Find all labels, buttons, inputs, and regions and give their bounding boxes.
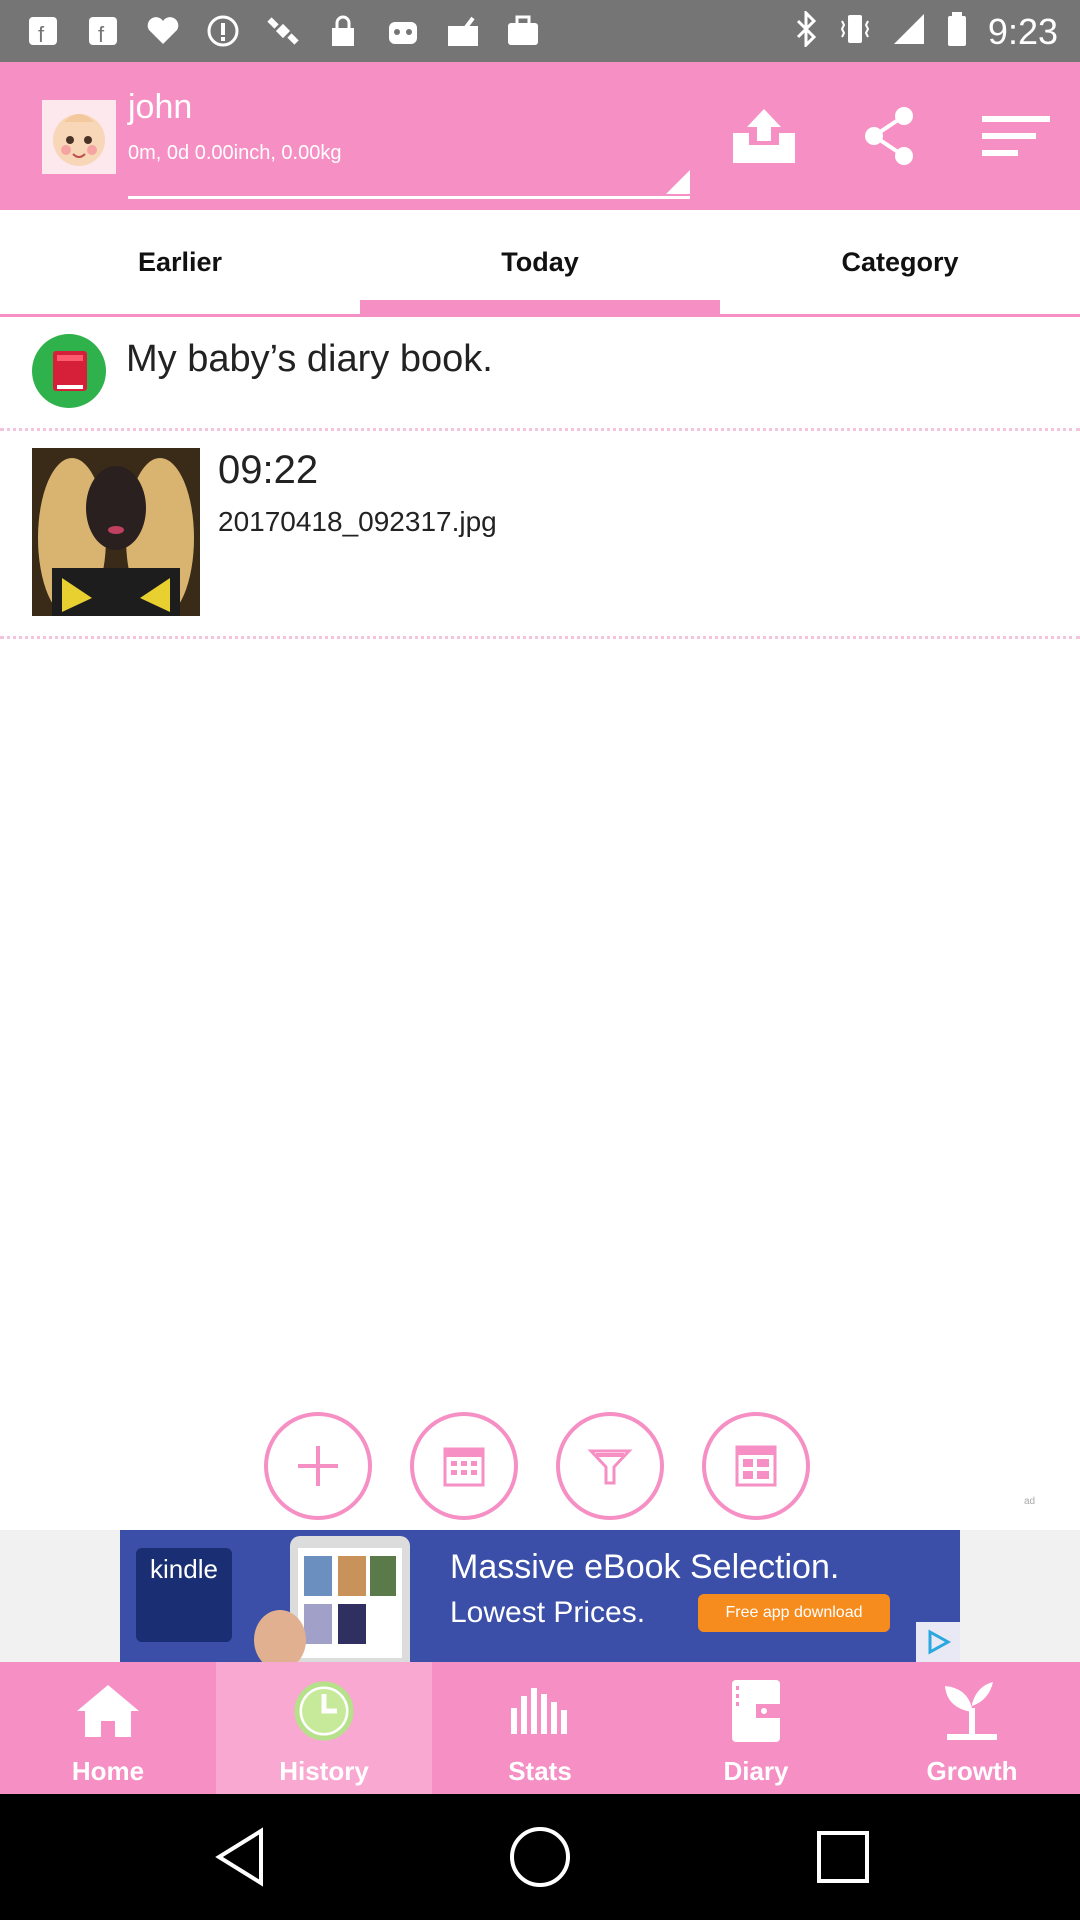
nav-diary[interactable]: Diary bbox=[648, 1662, 864, 1794]
home-circle-icon bbox=[510, 1827, 570, 1887]
tab-category[interactable]: Category bbox=[720, 210, 1080, 314]
nav-stats-label: Stats bbox=[508, 1756, 572, 1786]
phone-illustration-icon bbox=[254, 1536, 410, 1662]
ad-brand: kindle bbox=[150, 1554, 218, 1584]
recents-square-icon bbox=[817, 1831, 869, 1883]
ad-container: kindle Massive eBook Selection. Lowest P… bbox=[0, 1530, 1080, 1662]
list-item[interactable]: 09:22 20170418_092317.jpg bbox=[0, 432, 1080, 632]
divider bbox=[0, 636, 1080, 639]
grid-icon bbox=[735, 1445, 777, 1487]
lock-icon bbox=[324, 12, 362, 50]
action-row bbox=[0, 1412, 1080, 1522]
adchoices-icon[interactable] bbox=[916, 1622, 960, 1662]
android-icon bbox=[384, 12, 422, 50]
tab-earlier[interactable]: Earlier bbox=[0, 210, 360, 314]
menu-button[interactable] bbox=[980, 100, 1052, 172]
nav-home-label: Home bbox=[71, 1756, 145, 1786]
grid-view-button[interactable] bbox=[702, 1412, 810, 1520]
ad-subline: Lowest Prices. bbox=[450, 1596, 646, 1629]
tab-today[interactable]: Today bbox=[360, 210, 720, 314]
nav-growth[interactable]: Growth bbox=[864, 1662, 1080, 1794]
plus-icon bbox=[298, 1446, 338, 1486]
calendar-icon bbox=[443, 1447, 485, 1487]
svg-text:f: f bbox=[98, 22, 105, 47]
share-button[interactable] bbox=[854, 100, 926, 172]
vibrate-icon bbox=[838, 11, 872, 52]
home-icon bbox=[68, 1676, 148, 1746]
checkbox-icon bbox=[444, 12, 482, 50]
app-header: john 0m, 0d 0.00inch, 0.00kg bbox=[0, 62, 1080, 210]
entry-title: My baby’s diary book. bbox=[126, 338, 493, 380]
ad-cta-button[interactable]: Free app download bbox=[698, 1594, 890, 1632]
upload-button[interactable] bbox=[728, 100, 800, 172]
bag-icon bbox=[504, 12, 542, 50]
dropdown-triangle-icon[interactable] bbox=[666, 170, 690, 194]
satellite-icon bbox=[264, 12, 302, 50]
nav-home[interactable]: Home bbox=[0, 1662, 216, 1794]
upload-icon bbox=[733, 109, 795, 163]
divider bbox=[0, 428, 1080, 431]
add-button[interactable] bbox=[264, 1412, 372, 1520]
calendar-button[interactable] bbox=[410, 1412, 518, 1520]
clock-icon bbox=[284, 1676, 364, 1746]
filter-icon bbox=[587, 1449, 633, 1485]
facebook-icon: f bbox=[84, 12, 122, 50]
diary-book-icon bbox=[32, 334, 106, 408]
stats-icon bbox=[500, 1676, 580, 1746]
alert-icon bbox=[204, 12, 242, 50]
bottom-nav: Home History Stats Diary Growth bbox=[0, 1662, 1080, 1794]
baby-stats: 0m, 0d 0.00inch, 0.00kg bbox=[128, 142, 342, 164]
baby-face-icon bbox=[42, 100, 116, 174]
back-button[interactable] bbox=[204, 1822, 274, 1892]
facebook-icon: f bbox=[24, 12, 62, 50]
nav-diary-label: Diary bbox=[723, 1756, 789, 1786]
ad-banner[interactable]: kindle Massive eBook Selection. Lowest P… bbox=[120, 1530, 960, 1662]
system-nav-bar bbox=[0, 1794, 1080, 1920]
signal-icon bbox=[892, 12, 926, 51]
battery-icon bbox=[946, 10, 968, 53]
ad-marker: ad bbox=[1024, 1496, 1036, 1507]
entry-time: 09:22 bbox=[218, 448, 319, 492]
share-icon bbox=[865, 107, 913, 165]
nav-history-label: History bbox=[279, 1756, 369, 1786]
sprout-icon bbox=[932, 1676, 1012, 1746]
baby-avatar[interactable] bbox=[42, 100, 116, 174]
status-time: 9:23 bbox=[987, 10, 1058, 52]
tab-bar: Earlier Today Category bbox=[0, 210, 1080, 317]
iheart-icon bbox=[144, 12, 182, 50]
status-bar: f f 9:23 bbox=[0, 0, 1080, 62]
home-system-button[interactable] bbox=[505, 1822, 575, 1892]
filter-button[interactable] bbox=[556, 1412, 664, 1520]
baby-name[interactable]: john bbox=[128, 88, 192, 127]
svg-text:f: f bbox=[38, 22, 45, 47]
nav-growth-label: Growth bbox=[926, 1756, 1018, 1786]
entry-filename: 20170418_092317.jpg bbox=[218, 506, 497, 537]
diary-icon bbox=[716, 1676, 796, 1746]
back-triangle-icon bbox=[215, 1827, 263, 1887]
kindle-logo: kindle bbox=[136, 1548, 232, 1642]
ad-headline: Massive eBook Selection. bbox=[450, 1548, 840, 1586]
bluetooth-icon bbox=[794, 9, 818, 52]
menu-icon bbox=[982, 116, 1050, 156]
recents-button[interactable] bbox=[808, 1822, 878, 1892]
list-item[interactable]: My baby’s diary book. bbox=[0, 316, 1080, 428]
nav-stats[interactable]: Stats bbox=[432, 1662, 648, 1794]
photo-thumbnail[interactable] bbox=[32, 448, 200, 616]
nav-history[interactable]: History bbox=[216, 1662, 432, 1794]
name-dropdown-underline bbox=[128, 196, 690, 199]
